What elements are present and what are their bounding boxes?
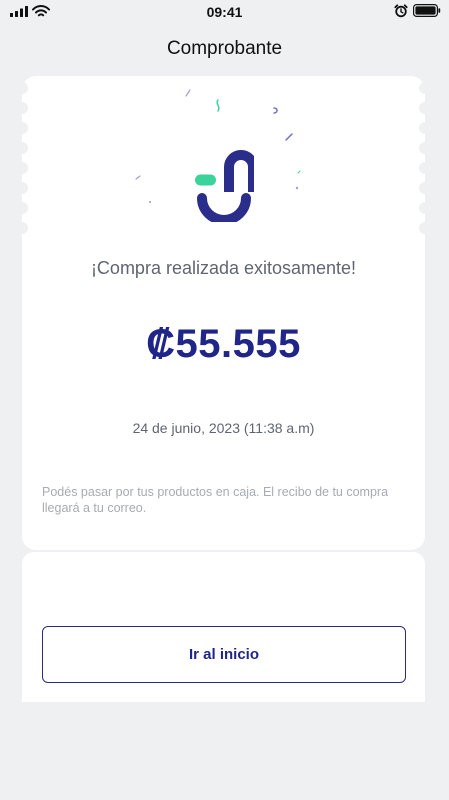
- receipt-scallop: [419, 162, 431, 174]
- receipt-scallop: [16, 142, 28, 154]
- purchase-amount: ₡55.555: [146, 322, 301, 366]
- receipt-scallop: [419, 202, 431, 214]
- receipt-scallop: [16, 162, 28, 174]
- go-home-button[interactable]: Ir al inicio: [42, 626, 406, 683]
- receipt-scallop: [419, 142, 431, 154]
- receipt-scallop: [419, 122, 431, 134]
- receipt-scallop: [16, 202, 28, 214]
- receipt-scallop: [16, 102, 28, 114]
- status-bar: 09:41: [0, 0, 449, 24]
- status-time: 09:41: [206, 4, 243, 20]
- receipt-scallop: [16, 182, 28, 194]
- receipt-scallop: [16, 122, 28, 134]
- brand-logo-icon: [195, 150, 254, 222]
- receipt-scallop: [419, 82, 431, 94]
- purchase-date: 24 de junio, 2023 (11:38 a.m): [132, 420, 315, 436]
- receipt-scallop: [419, 182, 431, 194]
- receipt-scallop: [419, 222, 431, 234]
- alarm-icon: [394, 4, 408, 18]
- page-title: Comprobante: [166, 38, 283, 59]
- receipt-scallop: [16, 82, 28, 94]
- success-message: ¡Compra realizada exitosamente!: [90, 258, 357, 278]
- receipt-scallop: [419, 102, 431, 114]
- pickup-info-text: Podés pasar por tus productos en caja. E…: [42, 485, 389, 515]
- battery-icon: [413, 4, 441, 17]
- receipt-scallop: [16, 222, 28, 234]
